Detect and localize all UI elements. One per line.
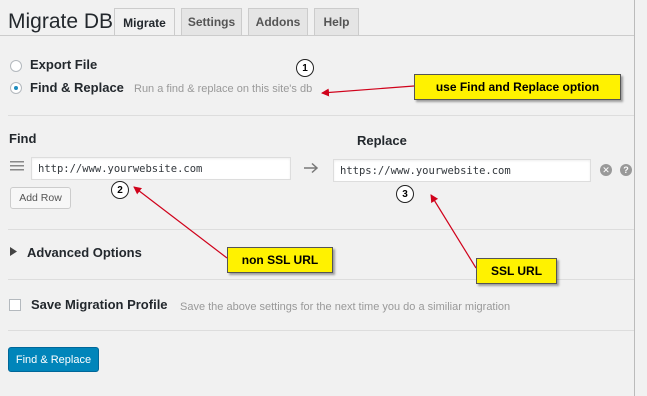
drag-handle-icon[interactable] [10, 160, 24, 172]
save-profile-hint: Save the above settings for the next tim… [180, 301, 511, 313]
arrow-callout-1 [321, 85, 415, 97]
save-profile-checkbox[interactable] [9, 299, 21, 311]
callout-non-ssl-url: non SSL URL [227, 247, 333, 273]
add-row-button[interactable]: Add Row [10, 187, 71, 209]
arrow-callout-2 [133, 186, 228, 259]
step-badge-1: 1 [296, 59, 314, 77]
arrow-callout-3 [430, 194, 477, 269]
find-input[interactable]: http://www.yourwebsite.com [31, 157, 291, 180]
export-file-radio[interactable] [10, 60, 22, 72]
tab-settings[interactable]: Settings [181, 8, 242, 35]
export-file-label[interactable]: Export File [30, 57, 97, 72]
find-heading: Find [9, 131, 37, 146]
save-profile-label[interactable]: Save Migration Profile [31, 297, 168, 312]
find-replace-submit-button[interactable]: Find & Replace [8, 347, 99, 372]
page-title: Migrate DB [8, 10, 114, 33]
replace-input[interactable]: https://www.yourwebsite.com [333, 159, 591, 182]
divider [8, 229, 634, 230]
advanced-options-toggle[interactable]: Advanced Options [27, 245, 142, 260]
replace-heading: Replace [357, 133, 407, 148]
divider [8, 330, 634, 331]
remove-row-icon[interactable]: ✕ [600, 164, 612, 176]
tabs-divider [0, 35, 634, 36]
help-icon[interactable]: ? [620, 164, 632, 176]
find-replace-radio[interactable] [10, 82, 22, 94]
tab-help[interactable]: Help [314, 8, 359, 35]
panel-border [634, 0, 635, 396]
arrow-right-icon [304, 162, 319, 174]
find-replace-option-label[interactable]: Find & Replace [30, 80, 124, 95]
caret-right-icon[interactable] [10, 247, 18, 256]
divider [8, 115, 634, 116]
callout-find-replace-option: use Find and Replace option [414, 74, 621, 100]
callout-ssl-url: SSL URL [476, 258, 557, 284]
find-replace-hint: Run a find & replace on this site's db [134, 83, 313, 95]
tab-addons[interactable]: Addons [248, 8, 308, 35]
tab-migrate[interactable]: Migrate [114, 8, 175, 36]
step-badge-3: 3 [396, 185, 414, 203]
step-badge-2: 2 [111, 181, 129, 199]
